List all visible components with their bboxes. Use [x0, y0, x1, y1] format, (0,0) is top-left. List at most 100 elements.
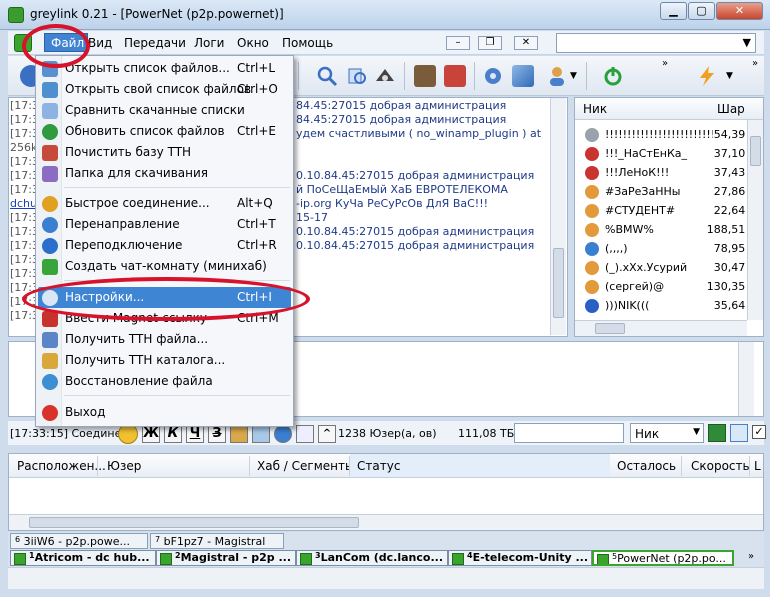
clean-icon — [42, 145, 58, 161]
bottom-scrollbar[interactable] — [8, 567, 764, 589]
italic-button[interactable]: К — [164, 425, 182, 443]
color-icon[interactable] — [230, 425, 248, 443]
column-status[interactable]: Статус — [357, 459, 400, 473]
image-icon[interactable] — [252, 425, 270, 443]
scrollbar-thumb[interactable] — [750, 136, 761, 166]
mdi-minimize-button[interactable]: – — [446, 36, 470, 50]
search-spy-icon[interactable] — [346, 65, 368, 87]
user-row[interactable]: !!!_НаСтЕнКа_ 37,10 ГБ — [575, 145, 763, 163]
notepad-icon[interactable] — [414, 65, 436, 87]
user-filter-input[interactable] — [514, 423, 624, 443]
tab-hub-atricom[interactable]: 1Atricom - dc hub... — [10, 550, 156, 566]
menu-transfers[interactable]: Передачи — [124, 36, 186, 50]
net-stats-icon[interactable] — [512, 65, 534, 87]
menu-item-tth-folder[interactable]: Получить TTH каталога... — [38, 350, 291, 371]
column-user[interactable]: Юзер — [107, 459, 141, 473]
search-icon[interactable] — [316, 65, 338, 87]
chat-link[interactable]: dchu — [10, 197, 37, 210]
tabs-overflow-icon[interactable]: » — [748, 551, 754, 562]
mdi-restore-button[interactable]: ❐ — [478, 36, 502, 50]
gear-icon[interactable] — [482, 65, 504, 87]
user-row[interactable]: (сергей)@ 130,35 ГБ — [575, 278, 763, 296]
column-speed[interactable]: Скорость — [691, 459, 750, 473]
column-location[interactable]: Расположен... — [17, 459, 106, 473]
column-extra[interactable]: L — [754, 459, 761, 473]
toolbar-overflow-icon[interactable]: » — [752, 58, 758, 69]
user-list[interactable]: Ник Шар !!!!!!!!!!!!!!!!!!!!!!!!! 54,39 … — [574, 97, 764, 337]
bold-button[interactable]: Ж — [142, 425, 160, 443]
strikethrough-button[interactable]: З — [208, 425, 226, 443]
menu-logs[interactable]: Логи — [194, 36, 224, 50]
underline-button[interactable]: Ч — [186, 425, 204, 443]
maximize-button[interactable]: ▢ — [688, 2, 715, 20]
user-status-icon — [585, 185, 599, 199]
user-row[interactable]: !!!!!!!!!!!!!!!!!!!!!!!!! 54,39 ГБ — [575, 126, 763, 144]
close-button[interactable]: ✕ — [716, 2, 763, 20]
chevron-up-icon[interactable]: ^ — [318, 425, 336, 443]
lightning-icon[interactable] — [696, 65, 718, 87]
menu-item-create-chat-room[interactable]: Создать чат-комнату (минихаб) — [38, 256, 291, 277]
user-row[interactable]: (,,,,) 78,95 ГБ — [575, 240, 763, 258]
chat-line-text[interactable]: -ip.org КуЧа РеСуРсОв ДлЯ ВаС!!! — [296, 197, 488, 210]
adl-search-icon[interactable] — [374, 65, 396, 87]
column-share[interactable]: Шар — [717, 102, 745, 116]
power-icon[interactable] — [602, 65, 624, 87]
menu-item-clean-tth[interactable]: Почистить базу TTH — [38, 142, 291, 163]
user-row[interactable]: %BMW% 188,51 ГБ — [575, 221, 763, 239]
tab-hub-magistral[interactable]: 2Magistral - p2p ... — [156, 550, 296, 566]
chevron-down-icon[interactable]: ▼ — [570, 71, 577, 81]
finished-icon[interactable] — [444, 65, 466, 87]
tab-hub-powernet[interactable]: 5PowerNet (p2p.po... — [592, 550, 734, 566]
menu-item-restore-file[interactable]: Восстановление файла — [38, 371, 291, 392]
menu-view[interactable]: Вид — [88, 36, 112, 50]
tab-row-pm: 6 3iiW6 - p2p.powe... 7 bF1pz7 - Magistr… — [8, 532, 764, 549]
column-remaining[interactable]: Осталось — [617, 459, 676, 473]
column-nick[interactable]: Ник — [583, 102, 607, 116]
user-icon[interactable] — [546, 65, 568, 87]
refresh-icon[interactable] — [730, 424, 748, 442]
user-row[interactable]: #СТУДЕНТ# 22,64 ГБ — [575, 202, 763, 220]
message-input-scrollbar[interactable] — [738, 342, 754, 416]
tab-hub-lancom[interactable]: 3LanCom (dc.lanco... — [296, 550, 448, 566]
transliterate-icon[interactable] — [296, 425, 314, 443]
user-row[interactable]: #ЗаРеЗаННы 27,86 ГБ — [575, 183, 763, 201]
transfers-list[interactable]: Расположен... Юзер Хаб / Сегменты Статус… — [8, 453, 764, 531]
user-row[interactable]: )))NIK((( 35,64 ГБ — [575, 297, 763, 315]
transfers-hscrollbar[interactable] — [9, 514, 763, 530]
menu-item-open-own-list[interactable]: Открыть свой список файлов Ctrl+O — [38, 79, 291, 100]
show-users-checkbox[interactable]: ✓ — [752, 425, 766, 439]
menu-item-quick-connect[interactable]: Быстрое соединение... Alt+Q — [38, 193, 291, 214]
chevron-down-icon[interactable]: ▼ — [726, 71, 733, 81]
menu-window[interactable]: Окно — [237, 36, 269, 50]
user-list-hscrollbar[interactable] — [575, 320, 747, 336]
menu-help[interactable]: Помощь — [282, 36, 333, 50]
minimize-button[interactable]: ▁ — [660, 2, 687, 20]
menu-item-tth-file[interactable]: Получить TTH файла... — [38, 329, 291, 350]
tab-hub-etelecom[interactable]: 4E-telecom-Unity ... — [448, 550, 592, 566]
hub-select[interactable]: ▼ — [556, 33, 756, 53]
user-filter-select[interactable]: Ник ▼ — [630, 423, 704, 443]
menu-item-redirect[interactable]: Перенаправление Ctrl+T — [38, 214, 291, 235]
menu-item-refresh-list[interactable]: Обновить список файлов Ctrl+E — [38, 121, 291, 142]
scrollbar-thumb[interactable] — [595, 323, 625, 334]
user-row[interactable]: (_).xXx.Усурий 30,47 ГБ — [575, 259, 763, 277]
menu-item-compare-lists[interactable]: Сравнить скачанные списки — [38, 100, 291, 121]
user-nick: !!!ЛеНоК!!! — [605, 166, 670, 179]
scrollbar-thumb[interactable] — [29, 517, 359, 528]
scrollbar-thumb[interactable] — [553, 248, 564, 318]
user-row[interactable]: !!!ЛеНоК!!! 37,43 ГБ — [575, 164, 763, 182]
tab-label: Atricom - dc hub... — [34, 551, 150, 564]
column-hub[interactable]: Хаб / Сегменты — [257, 459, 354, 473]
user-list-scrollbar[interactable] — [747, 120, 763, 320]
menu-item-download-folder[interactable]: Папка для скачивания — [38, 163, 291, 184]
excel-icon[interactable] — [708, 424, 726, 442]
menu-item-reconnect[interactable]: Переподключение Ctrl+R — [38, 235, 291, 256]
emoticon-icon[interactable] — [118, 424, 138, 444]
chat-scrollbar[interactable] — [550, 98, 566, 335]
toolbar-overflow-icon[interactable]: » — [662, 58, 668, 69]
tab-private-chat[interactable]: 7 bF1pz7 - Magistral — [150, 533, 284, 549]
mdi-close-button[interactable]: ✕ — [514, 36, 538, 50]
tab-private-chat[interactable]: 6 3iiW6 - p2p.powe... — [10, 533, 148, 549]
browser-icon[interactable] — [274, 425, 292, 443]
menu-item-exit[interactable]: Выход — [38, 402, 291, 423]
